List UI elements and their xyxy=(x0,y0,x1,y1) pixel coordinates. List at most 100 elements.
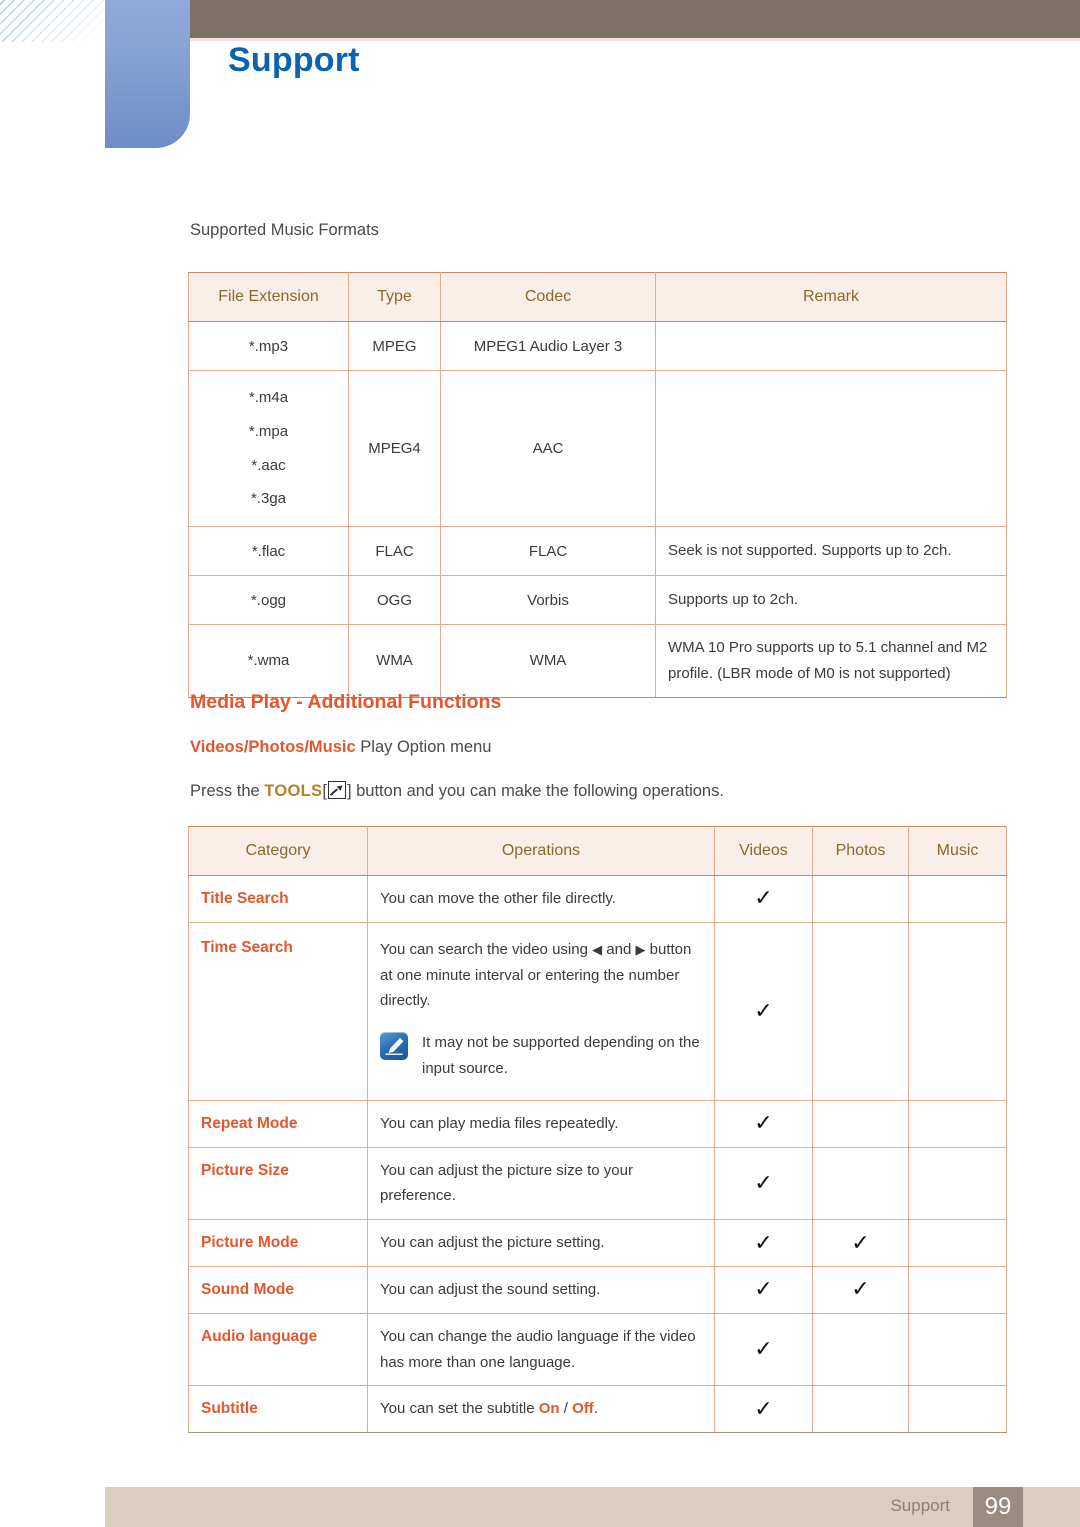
footer-section-label: Support xyxy=(890,1496,950,1515)
cell-operations: You can set the subtitle On / Off. xyxy=(367,1385,715,1434)
ext-line: *.m4a xyxy=(248,389,289,406)
cell-videos-check: ✓ xyxy=(714,1219,813,1267)
table-row: Title Search You can move the other file… xyxy=(188,875,1007,923)
cell-file-extension: *.m4a *.mpa *.aac *.3ga xyxy=(188,370,349,527)
cell-videos-check: ✓ xyxy=(714,1385,813,1434)
cell-file-extension: *.mp3 xyxy=(188,321,349,371)
press-tools-instruction: Press the TOOLS[] button and you can mak… xyxy=(190,781,724,801)
supported-music-formats-label: Supported Music Formats xyxy=(190,221,379,239)
cell-music-check xyxy=(908,1312,1007,1387)
bracket-open: [ xyxy=(322,782,327,800)
header-top-bar xyxy=(190,0,1080,38)
table-row: Sound Mode You can adjust the sound sett… xyxy=(188,1265,1007,1314)
cell-type: OGG xyxy=(348,575,441,625)
cell-operations: You can change the audio language if the… xyxy=(367,1312,715,1387)
slash-separator: / xyxy=(559,1400,573,1418)
cell-remark: WMA 10 Pro supports up to 5.1 channel an… xyxy=(655,624,1007,698)
cell-codec: WMA xyxy=(440,624,656,698)
cell-photos-check: ✓ xyxy=(812,1265,909,1314)
cell-photos-check: ✓ xyxy=(812,1219,909,1267)
cell-photos-check xyxy=(812,1312,909,1387)
cell-category: Subtitle xyxy=(188,1385,368,1434)
cell-type: FLAC xyxy=(348,526,441,576)
ext-line: *.mpa xyxy=(248,422,289,440)
table-row: Picture Mode You can adjust the picture … xyxy=(188,1219,1007,1267)
column-header-operations: Operations xyxy=(367,826,715,876)
press-prefix: Press the xyxy=(190,782,265,800)
cell-operations: You can adjust the picture size to your … xyxy=(367,1146,715,1221)
cell-codec: Vorbis xyxy=(440,575,656,625)
cell-type: MPEG4 xyxy=(348,370,441,527)
cell-videos-check: ✓ xyxy=(714,1312,813,1387)
cell-remark xyxy=(655,321,1007,371)
table-row: *.ogg OGG Vorbis Supports up to 2ch. xyxy=(188,575,1007,625)
play-option-menu-text: Play Option menu xyxy=(355,738,492,756)
cell-music-check xyxy=(908,875,1007,923)
arrow-right-icon: ▶ xyxy=(635,942,646,958)
page-title: Support xyxy=(228,41,360,79)
cell-videos-check: ✓ xyxy=(714,1099,813,1148)
ext-line: *.3ga xyxy=(250,490,287,508)
media-play-operations-table: Category Operations Videos Photos Music … xyxy=(188,826,1007,1434)
column-header-codec: Codec xyxy=(440,272,656,322)
note-text: It may not be supported depending on the… xyxy=(422,1034,700,1077)
cell-category: Title Search xyxy=(188,875,368,923)
cell-music-check xyxy=(908,1099,1007,1148)
play-option-menu-line: Videos/Photos/Music Play Option menu xyxy=(190,738,491,757)
column-header-videos: Videos xyxy=(714,826,813,876)
cell-category: Picture Size xyxy=(188,1146,368,1221)
media-play-heading: Media Play - Additional Functions xyxy=(190,691,502,713)
table-row: Audio language You can change the audio … xyxy=(188,1312,1007,1387)
cell-type: MPEG xyxy=(348,321,441,371)
table-row: Repeat Mode You can play media files rep… xyxy=(188,1099,1007,1148)
cell-operations: You can adjust the sound setting. xyxy=(367,1265,715,1314)
cell-music-check xyxy=(908,1219,1007,1267)
cell-category: Time Search xyxy=(188,921,368,1101)
column-header-photos: Photos xyxy=(812,826,909,876)
cell-operations: You can move the other file directly. xyxy=(367,875,715,923)
cell-photos-check xyxy=(812,921,909,1101)
cell-file-extension: *.wma xyxy=(188,624,349,698)
cell-music-check xyxy=(908,1385,1007,1434)
cell-operations: You can adjust the picture setting. xyxy=(367,1219,715,1267)
cell-remark: Supports up to 2ch. xyxy=(655,575,1007,625)
arrow-left-icon: ◀ xyxy=(592,942,603,958)
note-block: It may not be supported depending on the… xyxy=(380,1030,702,1082)
tools-button-icon xyxy=(327,781,346,799)
table-row: *.mp3 MPEG MPEG1 Audio Layer 3 xyxy=(188,321,1007,371)
cell-remark: Seek is not supported. Supports up to 2c… xyxy=(655,526,1007,576)
cell-photos-check xyxy=(812,875,909,923)
table-row: *.m4a *.mpa *.aac *.3ga MPEG4 AAC xyxy=(188,370,1007,527)
cell-photos-check xyxy=(812,1146,909,1221)
photos-keyword: Photos xyxy=(248,738,305,756)
cell-music-check xyxy=(908,1146,1007,1221)
operations-text-pre: You can set the subtitle xyxy=(380,1400,539,1418)
cell-category: Picture Mode xyxy=(188,1219,368,1267)
header-blue-tab xyxy=(105,0,190,148)
cell-photos-check xyxy=(812,1385,909,1434)
on-keyword: On xyxy=(538,1400,560,1418)
operations-text-pre: You can search the video using xyxy=(380,940,593,958)
off-keyword: Off xyxy=(572,1400,594,1418)
cell-file-extension: *.ogg xyxy=(188,575,349,625)
footer-page-number: 99 xyxy=(973,1487,1023,1527)
ext-line: *.aac xyxy=(251,456,286,474)
cell-operations: You can search the video using ◀ and ▶ b… xyxy=(367,921,715,1101)
table-row: Time Search You can search the video usi… xyxy=(188,921,1007,1101)
cell-operations: You can play media files repeatedly. xyxy=(367,1099,715,1148)
cell-videos-check: ✓ xyxy=(714,875,813,923)
cell-videos-check: ✓ xyxy=(714,921,813,1101)
cell-category: Audio language xyxy=(188,1312,368,1387)
cell-file-extension: *.flac xyxy=(188,526,349,576)
operations-text-mid: and xyxy=(602,940,636,958)
column-header-music: Music xyxy=(908,826,1007,876)
table-row: Picture Size You can adjust the picture … xyxy=(188,1146,1007,1221)
table-row: Subtitle You can set the subtitle On / O… xyxy=(188,1385,1007,1434)
cell-photos-check xyxy=(812,1099,909,1148)
cell-music-check xyxy=(908,921,1007,1101)
column-header-category: Category xyxy=(188,826,368,876)
cell-videos-check: ✓ xyxy=(714,1265,813,1314)
table-header-row: Category Operations Videos Photos Music xyxy=(188,826,1007,876)
decorative-stripes xyxy=(0,0,112,42)
note-pencil-icon xyxy=(380,1032,408,1061)
